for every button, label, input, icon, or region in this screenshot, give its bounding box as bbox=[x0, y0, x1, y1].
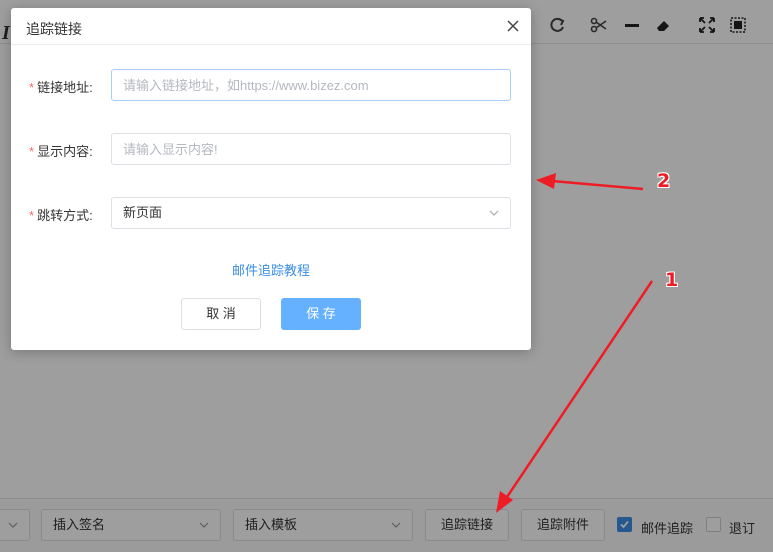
arrow-1-head bbox=[496, 491, 513, 513]
arrow-2-head bbox=[536, 173, 556, 189]
annotation-number-1: 1 bbox=[665, 269, 679, 291]
annotation-arrows bbox=[496, 173, 654, 513]
arrow-2-line bbox=[551, 179, 644, 191]
arrow-1-line bbox=[503, 280, 654, 501]
annotation-number-2: 2 bbox=[657, 170, 671, 192]
